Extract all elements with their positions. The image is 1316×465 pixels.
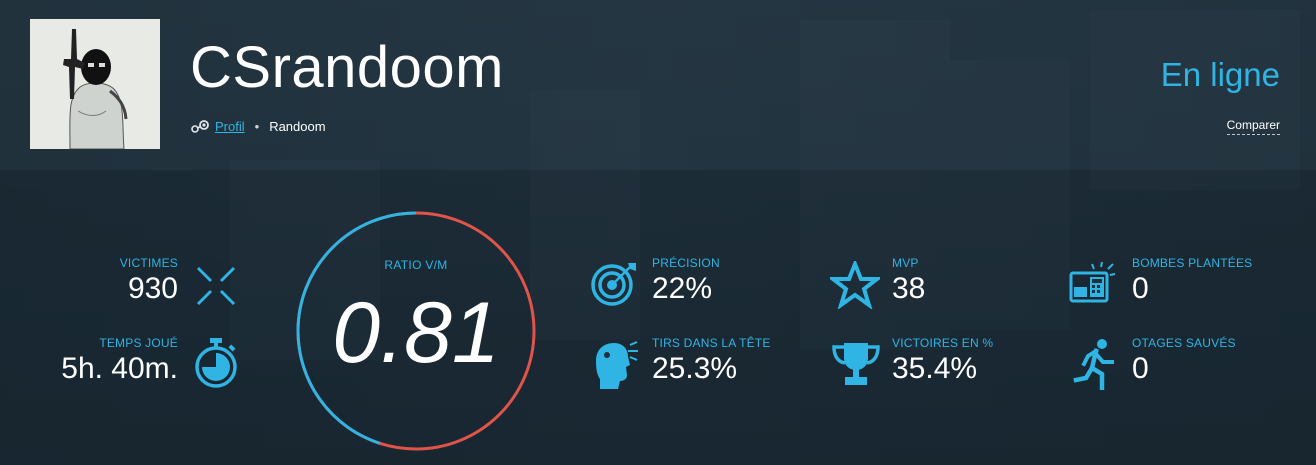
stat-mvp-label: MVP bbox=[892, 256, 919, 270]
stat-kills-label: VICTIMES bbox=[119, 256, 178, 270]
stat-bombs-planted-label: BOMBES PLANTÉES bbox=[1132, 256, 1253, 270]
stat-hostages-rescued-label: OTAGES SAUVÉS bbox=[1132, 336, 1236, 350]
profile-link[interactable]: Profil bbox=[215, 119, 245, 134]
stat-kills: VICTIMES 930 bbox=[120, 256, 178, 306]
stat-time-played-label: TEMPS JOUÉ bbox=[99, 336, 178, 350]
c4-bomb-icon bbox=[1068, 261, 1116, 310]
profile-subline: Profil • Randoom bbox=[190, 118, 326, 134]
stat-headshots-label: TIRS DANS LA TÊTE bbox=[652, 336, 771, 350]
stat-win-rate-value: 35.4% bbox=[892, 352, 978, 385]
separator-dot: • bbox=[254, 118, 260, 134]
stat-accuracy-label: PRÉCISION bbox=[652, 256, 720, 270]
kd-ratio-value: 0.81 bbox=[332, 285, 500, 381]
star-icon bbox=[827, 258, 883, 314]
stat-win-rate: VICTOIRES EN % 35.4% bbox=[892, 336, 993, 386]
online-status: En ligne bbox=[1160, 56, 1280, 93]
player-name: CSrandoom bbox=[190, 35, 504, 100]
stat-bombs-planted-value: 0 bbox=[1132, 272, 1149, 305]
kd-ratio-label: RATIO V/M bbox=[384, 258, 448, 272]
stat-time-played-value: 5h. 40m. bbox=[61, 352, 178, 385]
stat-headshots: TIRS DANS LA TÊTE 25.3% bbox=[652, 336, 771, 386]
stat-headshots-value: 25.3% bbox=[652, 352, 738, 385]
running-man-icon bbox=[1072, 338, 1118, 395]
stopwatch-icon bbox=[193, 337, 239, 394]
stat-time-played: TEMPS JOUÉ 5h. 40m. bbox=[61, 336, 178, 386]
stat-mvp-value: 38 bbox=[892, 272, 926, 305]
stat-accuracy-value: 22% bbox=[652, 272, 713, 305]
headshot-icon bbox=[590, 339, 640, 396]
crosshair-x-icon bbox=[195, 265, 237, 312]
stat-hostages-rescued-value: 0 bbox=[1132, 352, 1149, 385]
trophy-icon bbox=[830, 340, 882, 393]
compare-button[interactable]: Comparer bbox=[1226, 118, 1280, 135]
stat-hostages-rescued: OTAGES SAUVÉS 0 bbox=[1132, 336, 1236, 386]
steam-icon bbox=[190, 119, 210, 133]
stat-bombs-planted: BOMBES PLANTÉES 0 bbox=[1132, 256, 1252, 306]
clan-name: Randoom bbox=[269, 118, 326, 134]
stat-win-rate-label: VICTOIRES EN % bbox=[892, 336, 994, 350]
avatar[interactable] bbox=[30, 19, 160, 149]
stat-accuracy: PRÉCISION 22% bbox=[652, 256, 720, 306]
stat-mvp: MVP 38 bbox=[892, 256, 925, 306]
avatar-image bbox=[30, 19, 160, 149]
stat-kills-value: 930 bbox=[127, 272, 178, 305]
kd-ratio-ring: RATIO V/M 0.81 bbox=[295, 210, 537, 452]
stats-panel bbox=[0, 170, 1316, 465]
target-icon bbox=[590, 261, 638, 312]
